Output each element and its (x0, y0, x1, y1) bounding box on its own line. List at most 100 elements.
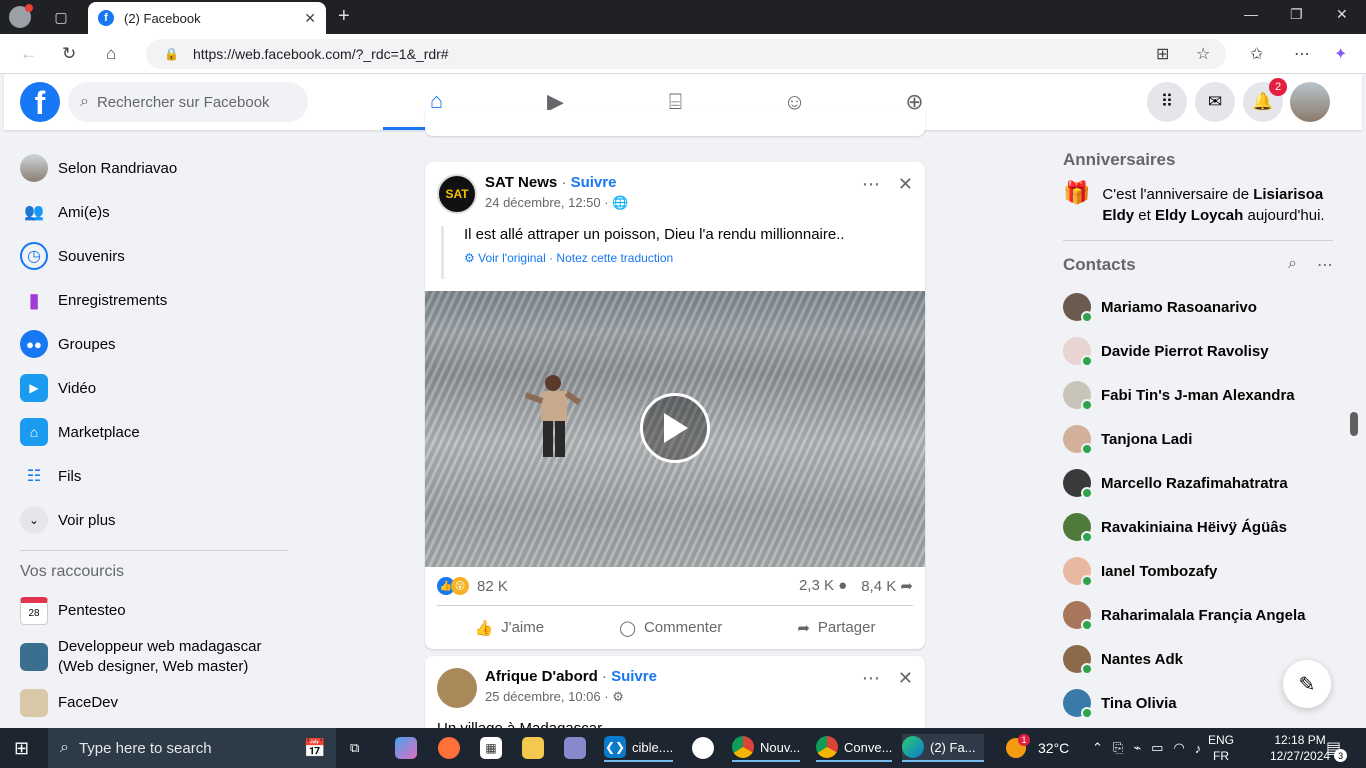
shortcut-item[interactable]: FaceDev (4, 681, 304, 725)
contact-item[interactable]: Mariamo Rasoanarivo (1063, 285, 1333, 329)
sidebar-item-profile[interactable]: Selon Randriavao (4, 146, 304, 190)
sidebar-item-friends[interactable]: 👥 Ami(e)s (4, 190, 304, 234)
comment-label: Commenter (643, 619, 723, 636)
tray-expand-icon[interactable]: ⌃ (1092, 740, 1103, 756)
taskview-button[interactable]: ⧉ (350, 734, 359, 762)
taskbar-app-chrome[interactable]: Conve... (816, 734, 893, 762)
app-available-icon[interactable]: ⊞ (1156, 44, 1169, 64)
copilot-icon[interactable]: ✦ (1334, 44, 1347, 64)
contact-item[interactable]: Marcello Razafimahatratra (1063, 461, 1333, 505)
folder-icon (522, 737, 544, 759)
sidebar-item-video[interactable]: ▶ Vidéo (4, 366, 304, 410)
tray-device-icon[interactable]: ⎘ (1113, 740, 1123, 756)
facebook-logo-icon[interactable]: f (20, 82, 60, 122)
follow-link[interactable]: Suivre (571, 174, 617, 191)
contact-item[interactable]: Ianel Tombozafy (1063, 549, 1333, 593)
new-message-button[interactable]: ✎ (1283, 660, 1331, 708)
shortcut-item[interactable]: Developpeur web madagascar (Web designer… (4, 633, 304, 681)
tray-network-icon[interactable]: ⌁ (1133, 740, 1141, 756)
close-tab-icon[interactable]: ✕ (304, 10, 316, 27)
more-options-icon[interactable]: ⋯ (1317, 255, 1333, 275)
menu-grid-button[interactable]: ⠿ (1147, 82, 1187, 122)
favorite-star-icon[interactable]: ☆ (1196, 44, 1210, 64)
browser-profile-button[interactable] (0, 0, 34, 34)
shortcut-item[interactable]: 28 Pentesteo (4, 589, 304, 633)
comment-button[interactable]: ◯ Commenter (619, 619, 722, 637)
notification-center-button[interactable]: ▤ 3 (1326, 738, 1348, 762)
taskbar-app-calendar[interactable]: ▦ (480, 734, 508, 762)
taskbar-search-input[interactable]: ⌕ Type here to search 📅 (48, 728, 336, 768)
new-tab-icon[interactable]: + (338, 5, 350, 28)
sidebar-item-marketplace[interactable]: ⌂ Marketplace (4, 410, 304, 454)
contact-item[interactable]: Tanjona Ladi (1063, 417, 1333, 461)
language-indicator[interactable]: ENG FR (1208, 732, 1234, 764)
post-action-bar: 👍 J'aime ◯ Commenter ➦ Partager (437, 605, 913, 649)
notifications-button[interactable]: 🔔 2 (1243, 78, 1287, 122)
chrome-icon (816, 736, 838, 758)
taskbar-app-edge[interactable]: (2) Fa... (902, 734, 984, 762)
birthday-notice[interactable]: 🎁 C'est l'anniversaire de Lisiarisoa Eld… (1063, 180, 1333, 226)
taskbar-app-chrome[interactable]: Nouv... (732, 734, 801, 762)
sidebar-item-groups[interactable]: ●● Groupes (4, 322, 304, 366)
home-icon[interactable]: ⌂ (106, 44, 116, 64)
contact-item[interactable]: Davide Pierrot Ravolisy (1063, 329, 1333, 373)
reaction-count[interactable]: 82 K (477, 578, 508, 595)
translation-links[interactable]: ⚙ Voir l'original · Notez cette traducti… (464, 251, 913, 279)
tray-volume-icon[interactable]: ♪ (1195, 741, 1202, 756)
post-video[interactable] (425, 291, 925, 567)
gift-icon: 🎁 (1063, 180, 1091, 205)
refresh-icon[interactable]: ↻ (62, 44, 76, 64)
page-name[interactable]: SAT News (485, 174, 557, 191)
taskbar-app-copilot[interactable] (395, 734, 423, 762)
taskbar-app-label: cible.... (632, 739, 674, 755)
more-options-icon[interactable]: ⋯ (862, 668, 880, 689)
post-date[interactable]: 25 décembre, 10:06 · (485, 689, 609, 704)
tab-actions-icon[interactable]: ▢ (44, 0, 78, 34)
tray-battery-icon[interactable]: ▭ (1151, 740, 1163, 756)
birthday-suffix: aujourd'hui. (1243, 207, 1325, 224)
taskbar-app-firefox[interactable] (438, 734, 466, 762)
sidebar-see-more[interactable]: ⌄ Voir plus (4, 498, 304, 542)
like-button[interactable]: 👍 J'aime (475, 619, 545, 637)
back-arrow-icon[interactable]: ← (20, 44, 37, 64)
search-icon[interactable]: ⌕ (1288, 255, 1297, 275)
taskbar-app-explorer[interactable] (522, 734, 550, 762)
play-button[interactable] (640, 393, 710, 463)
contact-item[interactable]: Fabi Tin's J-man Alexandra (1063, 373, 1333, 417)
contact-item[interactable]: Ravakiniaina Hëivÿ Ágüâs (1063, 505, 1333, 549)
post-top-actions: ⋯ ✕ (862, 668, 913, 689)
sidebar-item-saved[interactable]: ▮ Enregistrements (4, 278, 304, 322)
taskbar-app-obs[interactable] (692, 734, 720, 762)
taskbar-app-paint[interactable] (564, 734, 592, 762)
minimize-icon[interactable]: — (1244, 6, 1258, 22)
page-scrollbar[interactable] (1350, 412, 1358, 436)
taskbar-app-vscode[interactable]: ❮❯ cible.... (604, 734, 674, 762)
shares-count-block[interactable]: 8,4 K ➦ (861, 577, 913, 595)
facebook-search-input[interactable]: ⌕ Rechercher sur Facebook (68, 82, 308, 122)
hide-post-icon[interactable]: ✕ (898, 668, 913, 689)
share-button[interactable]: ➦ Partager (797, 619, 875, 637)
windows-start-icon[interactable]: ⊞ (14, 738, 29, 759)
follow-link[interactable]: Suivre (611, 668, 657, 685)
account-avatar[interactable] (1290, 82, 1330, 122)
messenger-button[interactable]: ✉ (1195, 82, 1235, 122)
weather-widget[interactable]: 1 32°C (1006, 728, 1069, 768)
browser-tab-facebook[interactable]: f (2) Facebook ✕ (88, 2, 326, 34)
post-date[interactable]: 24 décembre, 12:50 · (485, 195, 609, 210)
page-avatar[interactable] (437, 668, 477, 708)
page-avatar[interactable]: SAT (437, 174, 477, 214)
more-menu-icon[interactable]: ⋯ (1294, 44, 1310, 64)
restore-icon[interactable]: ❐ (1290, 6, 1303, 23)
comments-count-block[interactable]: 2,3 K ● (799, 577, 847, 595)
close-window-icon[interactable]: ✕ (1336, 6, 1348, 23)
contact-item[interactable]: Raharimalala Françia Angela (1063, 593, 1333, 637)
page-name[interactable]: Afrique D'abord (485, 668, 598, 685)
sidebar-item-memories[interactable]: ◷ Souvenirs (4, 234, 304, 278)
sidebar-item-feeds[interactable]: ☷ Fils (4, 454, 304, 498)
favorites-icon[interactable]: ✩ (1250, 44, 1263, 64)
tray-wifi-icon[interactable]: ◠ (1173, 740, 1184, 756)
taskbar-clock[interactable]: 12:18 PM 12/27/2024 (1270, 732, 1330, 764)
hide-post-icon[interactable]: ✕ (898, 174, 913, 195)
more-options-icon[interactable]: ⋯ (862, 174, 880, 195)
url-field[interactable]: 🔒 https://web.facebook.com/?_rdc=1&_rdr# (146, 39, 1226, 69)
